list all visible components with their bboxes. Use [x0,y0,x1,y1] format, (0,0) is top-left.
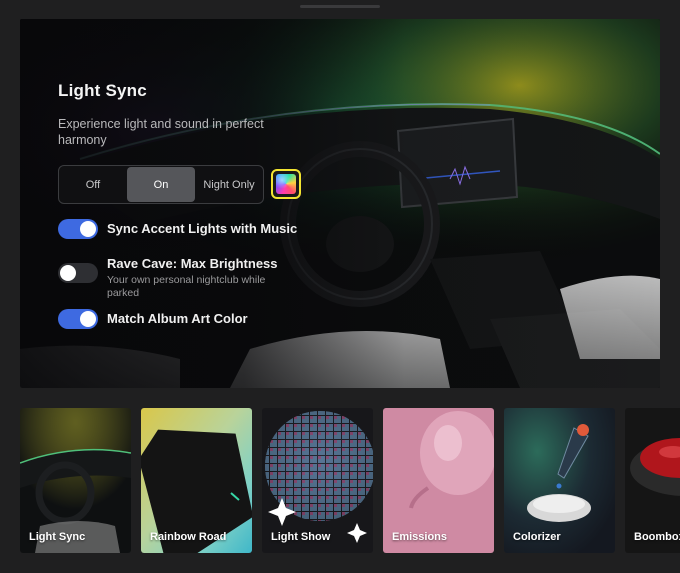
rave-cave-toggle[interactable] [58,263,98,283]
page-subtitle: Experience light and sound in perfect ha… [58,117,264,147]
rave-cave-description: Your own personal nightclub while parked [107,274,266,299]
card-emissions[interactable]: Emissions [383,408,494,553]
rave-cave-label: Rave Cave: Max Brightness [107,256,278,271]
match-album-art-label: Match Album Art Color [107,311,248,326]
match-album-art-row: Match Album Art Color [58,309,248,329]
rave-cave-row: Rave Cave: Max Brightness Your own perso… [58,256,297,300]
card-label: Colorizer [513,531,561,543]
toggle-knob [80,221,96,237]
sync-accent-lights-toggle[interactable] [58,219,98,239]
card-label: Rainbow Road [150,531,227,543]
light-sync-panel: Light Sync Experience light and sound in… [20,19,660,388]
card-label: Light Show [271,531,331,543]
card-label: Emissions [392,531,448,543]
feature-carousel: Light Sync Rainbow Road Light Show Emiss… [20,408,680,553]
card-light-show[interactable]: Light Show [262,408,373,553]
toggle-knob [80,311,96,327]
card-label: Light Sync [29,531,86,543]
page-title: Light Sync [58,81,147,100]
toggle-knob [60,265,76,281]
card-label: Boombox [634,531,680,543]
card-rainbow-road[interactable]: Rainbow Road [141,408,252,553]
color-gradient-icon [276,174,296,194]
mode-option-on[interactable]: On [127,167,195,202]
card-light-sync[interactable]: Light Sync [20,408,131,553]
color-picker-button[interactable] [271,169,301,199]
mode-option-night-only[interactable]: Night Only [195,166,263,203]
sync-accent-lights-label: Sync Accent Lights with Music [107,221,298,236]
mode-segmented-control: Off On Night Only [58,165,264,204]
match-album-art-toggle[interactable] [58,309,98,329]
card-colorizer[interactable]: Colorizer [504,408,615,553]
drag-handle[interactable] [300,5,380,8]
mode-option-off[interactable]: Off [59,166,127,203]
sync-accent-lights-row: Sync Accent Lights with Music [58,219,297,239]
card-boombox[interactable]: Boombox [625,408,680,553]
